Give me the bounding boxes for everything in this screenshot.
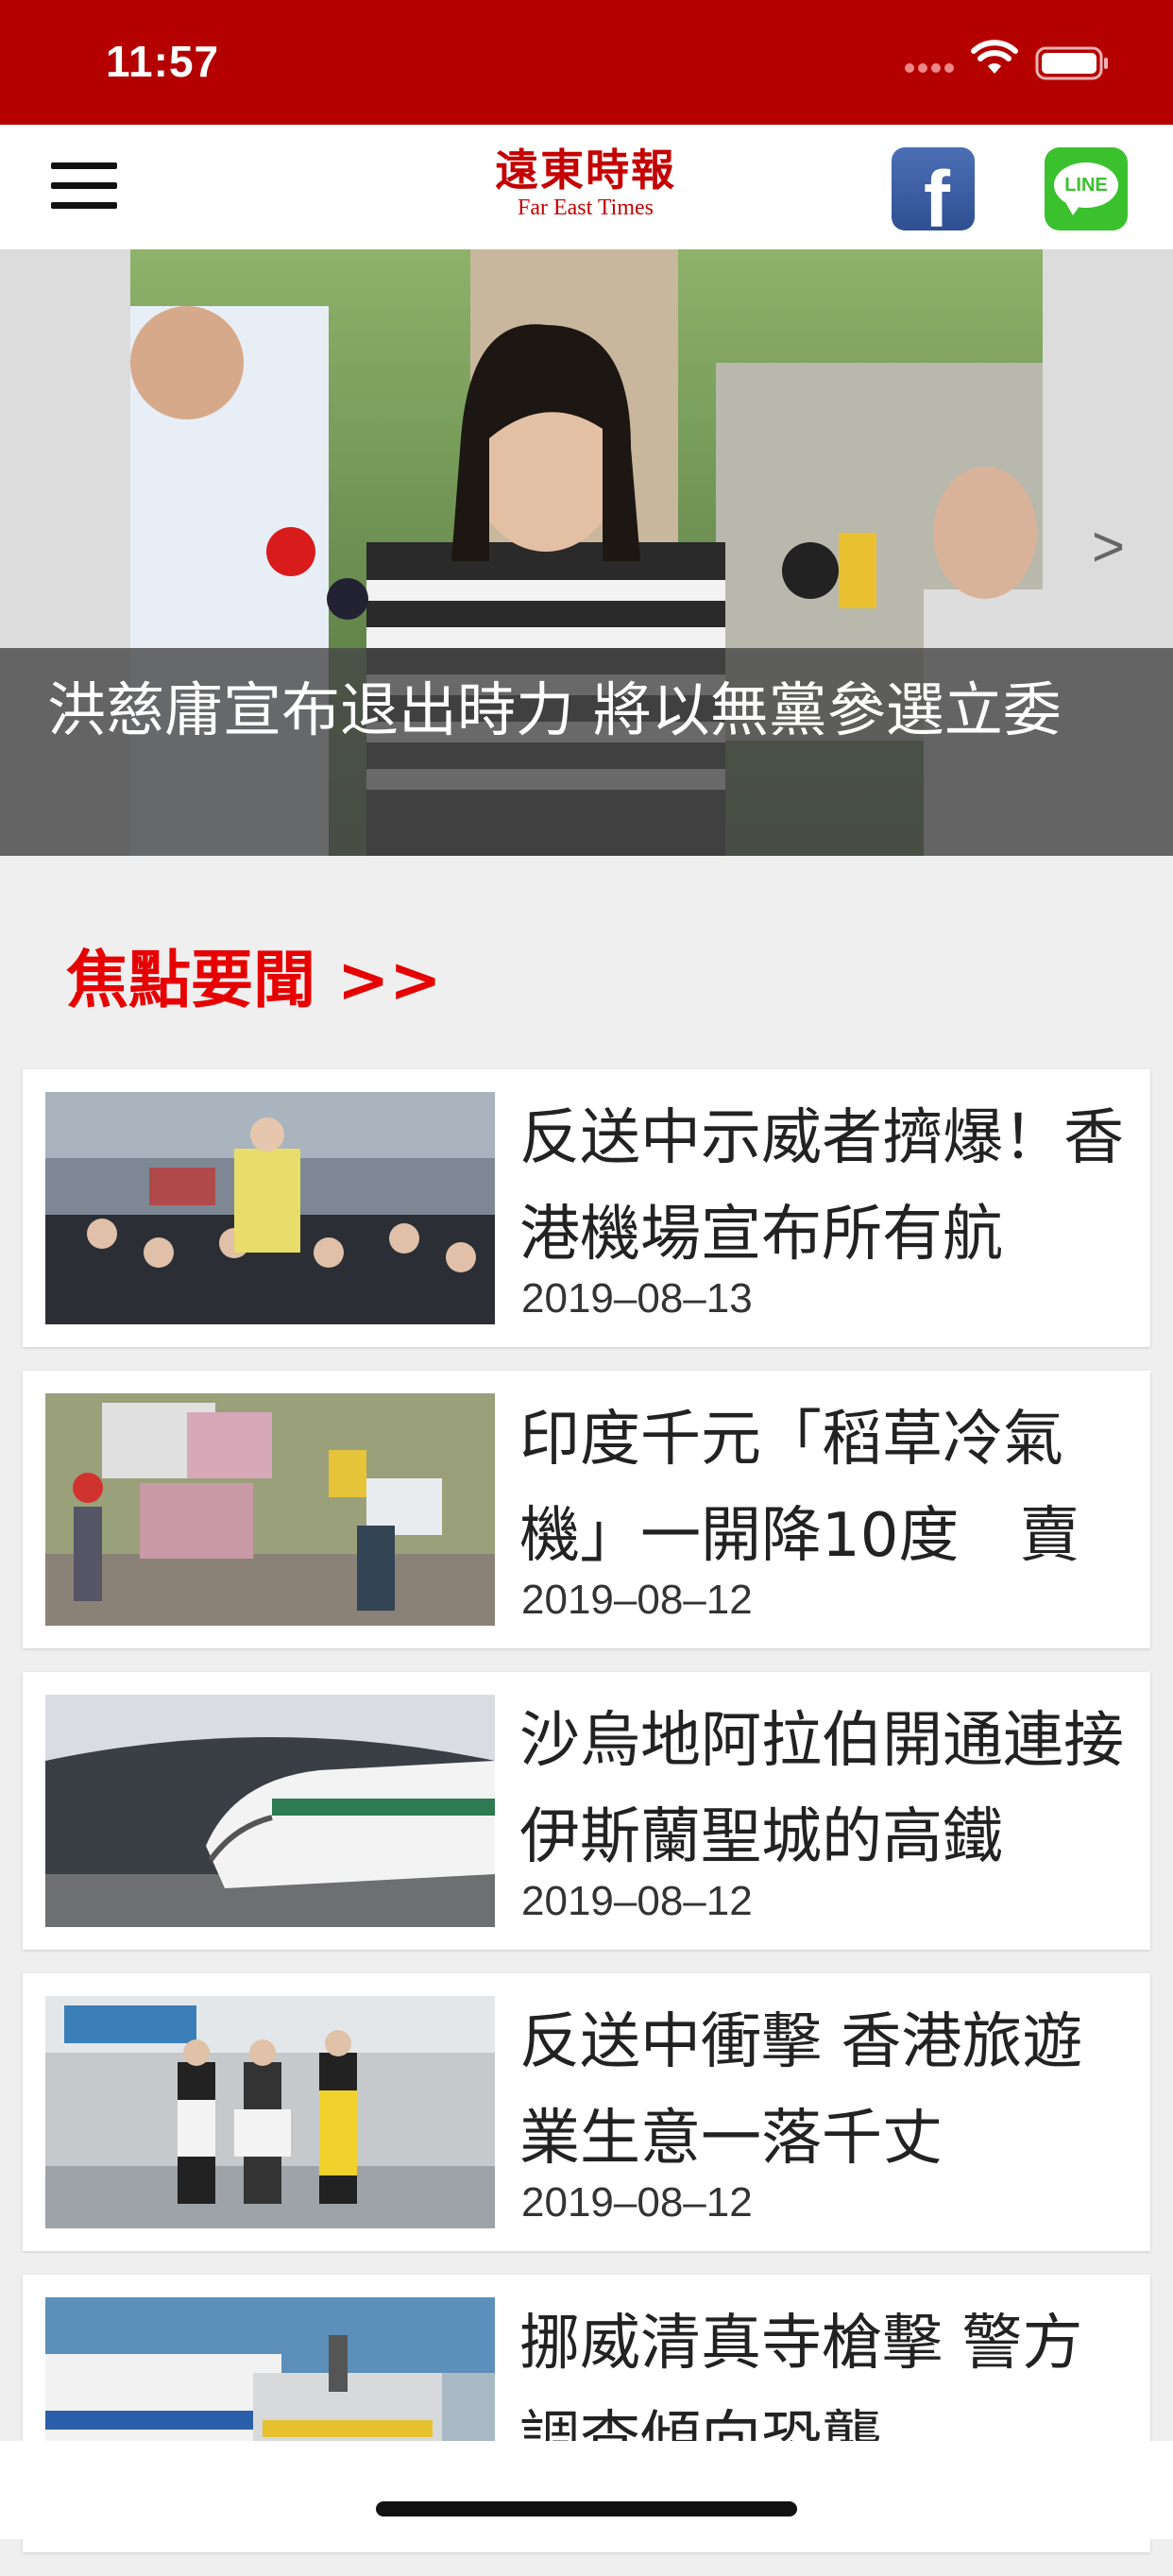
logo-chinese: 遠東時報	[495, 145, 676, 196]
news-title: 沙烏地阿拉伯開通連接伊斯蘭聖城的高鐵	[519, 1706, 1124, 1872]
facebook-icon[interactable]: f	[892, 147, 975, 230]
news-item[interactable]: 印度千元「稻草冷氣機」一開降10度 賣 2019–08–12	[23, 1371, 1150, 1648]
chevron-right-icon[interactable]: >	[1092, 514, 1125, 579]
news-thumbnail	[45, 1996, 495, 2228]
news-date: 2019–08–12	[521, 2179, 753, 2226]
hero-caption[interactable]: 洪慈庸宣布退出時力 將以無黨參選立委	[0, 648, 1173, 856]
line-label: LINE	[1054, 162, 1118, 208]
status-bar: 11:57	[0, 0, 1173, 125]
news-date: 2019–08–12	[521, 1878, 753, 1924]
menu-icon[interactable]	[51, 162, 117, 210]
news-thumbnail	[45, 1092, 495, 1324]
section-title-focus-news[interactable]: 焦點要聞 >>	[66, 930, 442, 1020]
app-header: 遠東時報 Far East Times f LINE	[0, 125, 1173, 249]
news-item[interactable]: 反送中衝擊 香港旅遊業生意一落千丈 2019–08–12	[23, 1973, 1150, 2251]
news-title: 印度千元「稻草冷氣機」一開降10度 賣	[519, 1405, 1080, 1571]
news-thumbnail	[45, 1695, 495, 1927]
news-title: 反送中示威者擠爆！香港機場宣布所有航	[519, 1103, 1124, 1270]
status-time: 11:57	[106, 37, 220, 86]
news-date: 2019–08–13	[521, 1275, 753, 1322]
home-indicator[interactable]	[376, 2501, 797, 2516]
news-item[interactable]: 沙烏地阿拉伯開通連接伊斯蘭聖城的高鐵 2019–08–12	[23, 1672, 1150, 1950]
logo-english: Far East Times	[517, 196, 654, 220]
news-list: 反送中示威者擠爆！香港機場宣布所有航 2019–08–13 印度千元「稻草冷氣機…	[23, 1069, 1150, 2576]
news-title: 反送中衝擊 香港旅遊業生意一落千丈	[519, 2007, 1083, 2174]
cellular-signal-icon	[905, 59, 961, 74]
hero-carousel[interactable]: > 洪慈庸宣布退出時力 將以無黨參選立委	[0, 249, 1173, 856]
news-date: 2019–08–12	[521, 1577, 753, 1623]
logo: 遠東時報 Far East Times	[482, 145, 689, 230]
bottom-bar	[0, 2441, 1173, 2539]
facebook-glyph: f	[924, 155, 950, 230]
line-icon[interactable]: LINE	[1045, 147, 1128, 230]
wifi-icon	[971, 40, 1018, 74]
news-item[interactable]: 反送中示威者擠爆！香港機場宣布所有航 2019–08–13	[23, 1069, 1150, 1347]
battery-icon	[1035, 46, 1108, 80]
news-thumbnail	[45, 1393, 495, 1626]
